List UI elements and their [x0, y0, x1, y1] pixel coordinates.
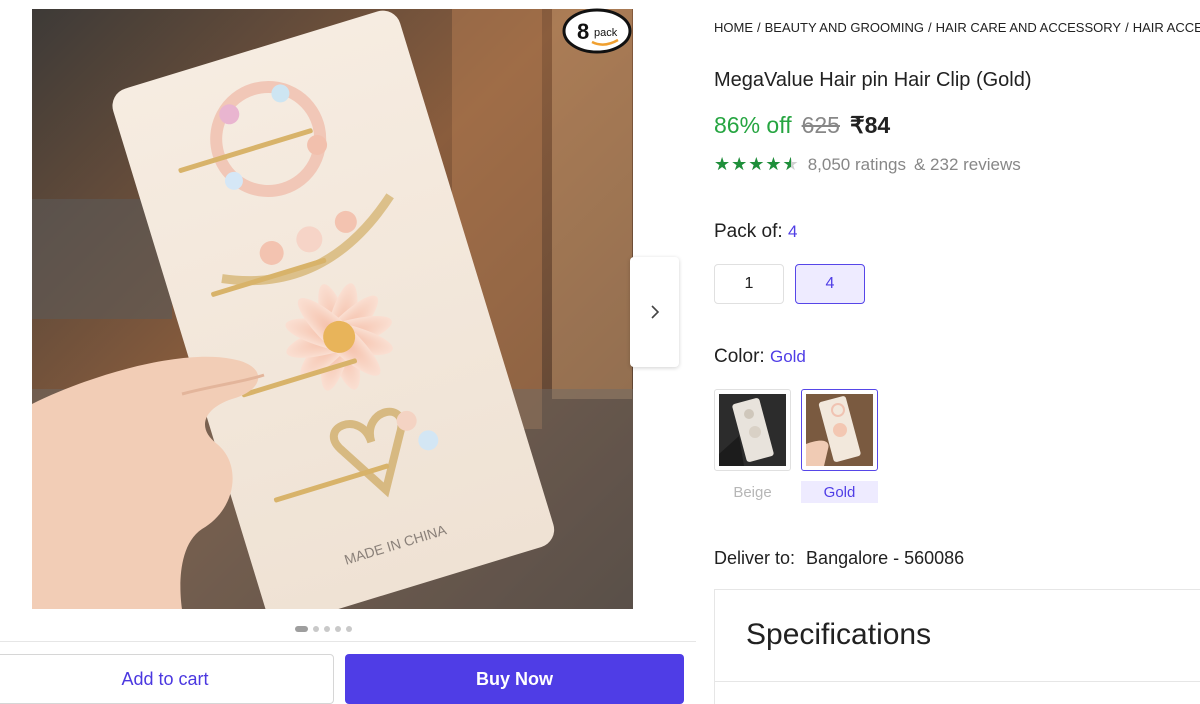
pack-selected-value: 4 — [787, 222, 798, 241]
pack-options: 1 4 — [714, 264, 865, 304]
discount-percent: 86% off — [714, 112, 792, 138]
carousel-dot[interactable] — [335, 626, 341, 632]
star-rating: ★★★★★★★★★★ — [714, 154, 800, 174]
color-swatch-gold[interactable]: Gold — [801, 389, 878, 503]
rating-row[interactable]: ★★★★★★★★★★ 8,050 ratings & 232 reviews — [714, 154, 1021, 175]
original-price: 625 — [801, 112, 840, 138]
star-rating-fill: ★★★★★ — [714, 154, 791, 174]
breadcrumb: HOME / BEAUTY AND GROOMING / HAIR CARE A… — [714, 20, 1200, 35]
delivery-label: Deliver to: — [714, 548, 796, 568]
reviews-count: & 232 reviews — [913, 154, 1021, 174]
color-selected-value: Gold — [769, 347, 806, 366]
price-row: 86% off 625 ₹84 — [714, 112, 890, 139]
swatch-thumbnail — [714, 389, 791, 471]
pack-option-1[interactable]: 1 — [714, 264, 784, 304]
product-image[interactable]: MADE IN CHINA — [32, 9, 633, 609]
carousel-dot[interactable] — [346, 626, 352, 632]
color-swatches: Beige Gold — [714, 389, 878, 503]
specifications-section: Specifications — [714, 589, 1200, 704]
color-label-text: Color: — [714, 346, 765, 367]
breadcrumb-hair-care[interactable]: HAIR CARE AND ACCESSORY — [936, 20, 1121, 35]
divider — [715, 681, 1200, 682]
product-page: MADE IN CHINA 8 pack Add to cart Buy Now — [0, 0, 1200, 704]
buy-now-button[interactable]: Buy Now — [345, 654, 684, 704]
breadcrumb-beauty-and-grooming[interactable]: BEAUTY AND GROOMING — [765, 20, 924, 35]
action-bar: Add to cart Buy Now — [0, 641, 696, 704]
product-details: HOME / BEAUTY AND GROOMING / HAIR CARE A… — [714, 0, 1200, 704]
pack-label: Pack of: 4 — [714, 221, 797, 243]
specifications-title: Specifications — [746, 618, 932, 651]
swatch-thumbnail — [801, 389, 878, 471]
next-image-button[interactable] — [630, 257, 679, 367]
image-carousel-dots — [295, 626, 352, 632]
carousel-dot[interactable] — [295, 626, 308, 632]
chevron-right-icon — [650, 305, 659, 319]
pack-badge: 8 pack — [562, 8, 632, 54]
breadcrumb-hair-accessory[interactable]: HAIR ACCESSORY — [1133, 20, 1200, 35]
add-to-cart-button[interactable]: Add to cart — [0, 654, 334, 704]
color-label: Color: Gold — [714, 346, 806, 368]
pack-badge-text: pack — [594, 27, 618, 39]
swatch-label: Beige — [733, 483, 772, 501]
pack-label-text: Pack of: — [714, 221, 783, 242]
pack-badge-number: 8 — [577, 19, 589, 44]
selling-price: ₹84 — [849, 112, 891, 138]
breadcrumb-home[interactable]: HOME — [714, 20, 753, 35]
ratings-count: 8,050 ratings — [807, 154, 906, 174]
swatch-label: Gold — [801, 481, 878, 503]
delivery-location: Bangalore - 560086 — [806, 548, 965, 568]
carousel-dot[interactable] — [324, 626, 330, 632]
delivery-info[interactable]: Deliver to: Bangalore - 560086 — [714, 548, 964, 569]
pack-option-4[interactable]: 4 — [795, 264, 865, 304]
carousel-dot[interactable] — [313, 626, 319, 632]
product-title: MegaValue Hair pin Hair Clip (Gold) — [714, 69, 1032, 91]
color-swatch-beige[interactable]: Beige — [714, 389, 791, 503]
